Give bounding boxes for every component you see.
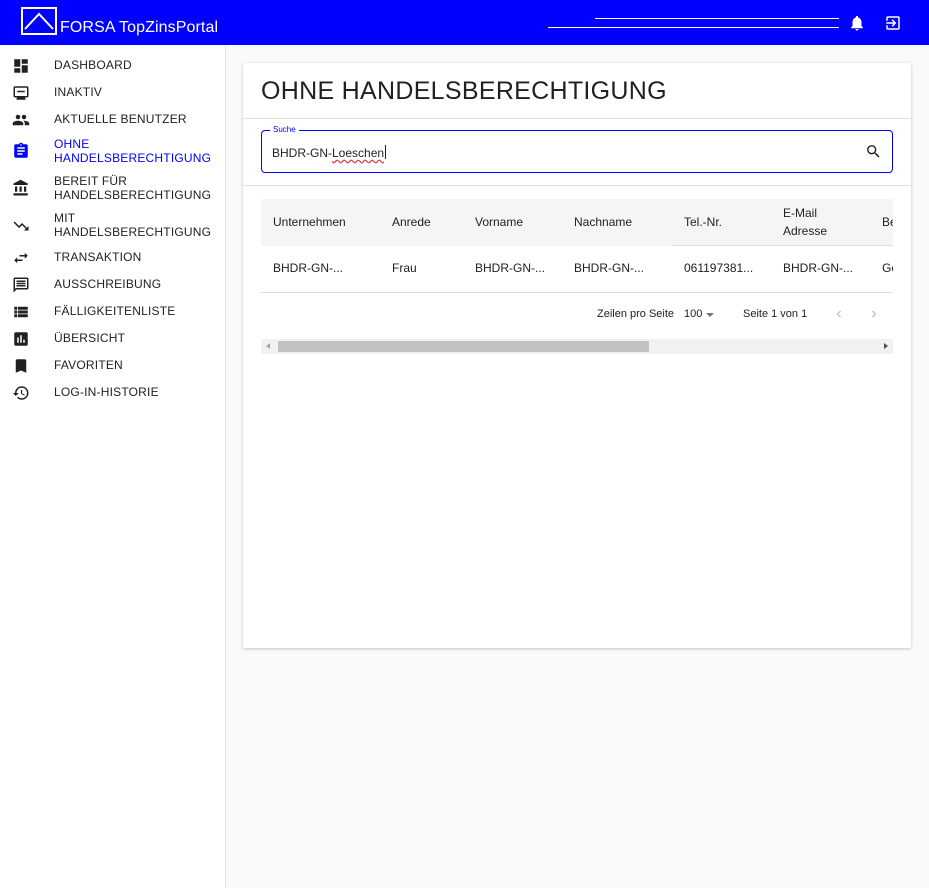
table-cell: BHDR-GN-... bbox=[574, 261, 644, 275]
top-bar: FORSA TopZinsPortal bbox=[0, 0, 929, 45]
sidebar-item-label: FÄLLIGKEITENLISTE bbox=[54, 304, 176, 318]
scrollbar-thumb[interactable] bbox=[278, 341, 649, 352]
page-title: OHNE HANDELSBERECHTIGUNG bbox=[261, 77, 667, 105]
sidebar-item-label: TRANSAKTION bbox=[54, 250, 142, 264]
header-divider-line bbox=[548, 27, 839, 28]
sidebar-item-aktuelle-benutzer[interactable]: AKTUELLE BENUTZER bbox=[0, 111, 226, 127]
sidebar-item-inaktiv[interactable]: INAKTIV bbox=[0, 84, 226, 100]
sidebar-item-uebersicht[interactable]: ÜBERSICHT bbox=[0, 330, 226, 346]
sidebar-item-label: AUSSCHREIBUNG bbox=[54, 277, 162, 291]
table-row-divider bbox=[261, 292, 893, 293]
sidebar-item-bereit-fuer-handelsberechtigung[interactable]: BEREIT FÜR HANDELSBERECHTIGUNG bbox=[0, 174, 226, 202]
bookmark-icon bbox=[12, 357, 30, 375]
sidebar-item-ohne-handelsberechtigung[interactable]: OHNE HANDELSBERECHTIGUNG bbox=[0, 137, 226, 165]
swap-icon bbox=[12, 249, 30, 267]
sidebar-item-dashboard[interactable]: DASHBOARD bbox=[0, 57, 226, 73]
sidebar-item-faelligkeitenliste[interactable]: FÄLLIGKEITENLISTE bbox=[0, 303, 226, 319]
header-divider-line bbox=[595, 18, 839, 19]
sidebar-item-mit-handelsberechtigung[interactable]: MIT HANDELSBERECHTIGUNG bbox=[0, 211, 226, 239]
users-icon bbox=[12, 111, 30, 129]
sidebar-item-ausschreibung[interactable]: AUSSCHREIBUNG bbox=[0, 276, 226, 294]
scroll-left-arrow-icon[interactable] bbox=[266, 343, 270, 349]
text-cursor bbox=[385, 145, 387, 159]
search-divider bbox=[243, 185, 911, 186]
app-title: FORSA TopZinsPortal bbox=[60, 19, 219, 36]
trending-down-icon bbox=[12, 217, 30, 235]
table-cell: BHDR-GN-... bbox=[273, 261, 343, 275]
content-card: OHNE HANDELSBERECHTIGUNG Suche BHDR-GN-L… bbox=[243, 63, 911, 648]
logout-icon[interactable] bbox=[884, 14, 902, 32]
sidebar-item-transaktion[interactable]: TRANSAKTION bbox=[0, 249, 226, 265]
sidebar-item-label: LOG-IN-HISTORIE bbox=[54, 385, 159, 399]
sidebar-item-label: FAVORITEN bbox=[54, 358, 123, 372]
table-header: Unternehmen Anrede Vorname Nachname Tel.… bbox=[261, 199, 893, 246]
caret-down-icon[interactable] bbox=[706, 313, 714, 317]
column-header-unternehmen[interactable]: Unternehmen bbox=[273, 213, 346, 231]
forsa-logo-icon[interactable] bbox=[21, 7, 57, 35]
results-table: Unternehmen Anrede Vorname Nachname Tel.… bbox=[261, 199, 893, 293]
chart-icon bbox=[12, 330, 30, 348]
sidebar: DASHBOARD INAKTIV AKTUELLE BENUTZER OHNE… bbox=[0, 45, 226, 888]
column-header-anrede[interactable]: Anrede bbox=[392, 213, 431, 231]
sidebar-item-label: MIT HANDELSBERECHTIGUNG bbox=[54, 211, 212, 239]
page-info: Seite 1 von 1 bbox=[743, 308, 808, 320]
column-header-nachname[interactable]: Nachname bbox=[574, 213, 632, 231]
table-cell: BHDR-GN-... bbox=[475, 261, 545, 275]
rows-per-page-select[interactable]: 100 bbox=[684, 308, 702, 320]
column-header-vorname[interactable]: Vorname bbox=[475, 213, 523, 231]
sidebar-item-label: INAKTIV bbox=[54, 85, 103, 99]
message-icon bbox=[12, 276, 30, 294]
pagination: Zeilen pro Seite 100 Seite 1 von 1 bbox=[261, 305, 893, 325]
sidebar-item-label: BEREIT FÜR HANDELSBERECHTIGUNG bbox=[54, 174, 212, 202]
table-cell: 061197381... bbox=[684, 261, 754, 275]
monitor-icon bbox=[12, 84, 30, 102]
clipboard-icon bbox=[12, 142, 30, 160]
column-header-partial[interactable]: Be bbox=[882, 213, 893, 231]
bell-icon[interactable] bbox=[848, 14, 866, 32]
search-value-suffix: Loeschen bbox=[332, 146, 385, 160]
table-row[interactable]: BHDR-GN-... Frau BHDR-GN-... BHDR-GN-...… bbox=[261, 246, 893, 292]
search-value-prefix: BHDR-GN- bbox=[272, 146, 332, 160]
search-label: Suche bbox=[270, 125, 299, 134]
history-icon bbox=[12, 384, 30, 402]
sidebar-item-favoriten[interactable]: FAVORITEN bbox=[0, 357, 226, 373]
sidebar-item-label: DASHBOARD bbox=[54, 58, 132, 72]
table-cell: Frau bbox=[392, 261, 417, 275]
search-icon[interactable] bbox=[865, 143, 882, 160]
table-cell: BHDR-GN-... bbox=[783, 261, 853, 275]
search-field[interactable]: Suche BHDR-GN-Loeschen bbox=[261, 125, 893, 173]
scroll-right-arrow-icon[interactable] bbox=[884, 343, 888, 349]
sidebar-item-label: OHNE HANDELSBERECHTIGUNG bbox=[54, 137, 212, 165]
column-header-email[interactable]: E-Mail Adresse bbox=[783, 204, 827, 240]
sidebar-item-label: ÜBERSICHT bbox=[54, 331, 126, 345]
column-header-telefon[interactable]: Tel.-Nr. bbox=[684, 213, 722, 231]
list-icon bbox=[12, 303, 30, 321]
table-cell: Ge bbox=[882, 261, 893, 275]
sidebar-item-log-in-historie[interactable]: LOG-IN-HISTORIE bbox=[0, 384, 226, 400]
title-divider bbox=[243, 118, 911, 119]
chevron-left-icon[interactable] bbox=[832, 307, 846, 321]
bank-icon bbox=[12, 179, 30, 197]
rows-per-page-label: Zeilen pro Seite bbox=[597, 308, 675, 320]
sidebar-item-label: AKTUELLE BENUTZER bbox=[54, 112, 187, 126]
chevron-right-icon[interactable] bbox=[867, 307, 881, 321]
search-input[interactable]: BHDR-GN-Loeschen bbox=[272, 145, 387, 160]
horizontal-scrollbar[interactable] bbox=[261, 339, 893, 354]
dashboard-icon bbox=[12, 57, 30, 75]
